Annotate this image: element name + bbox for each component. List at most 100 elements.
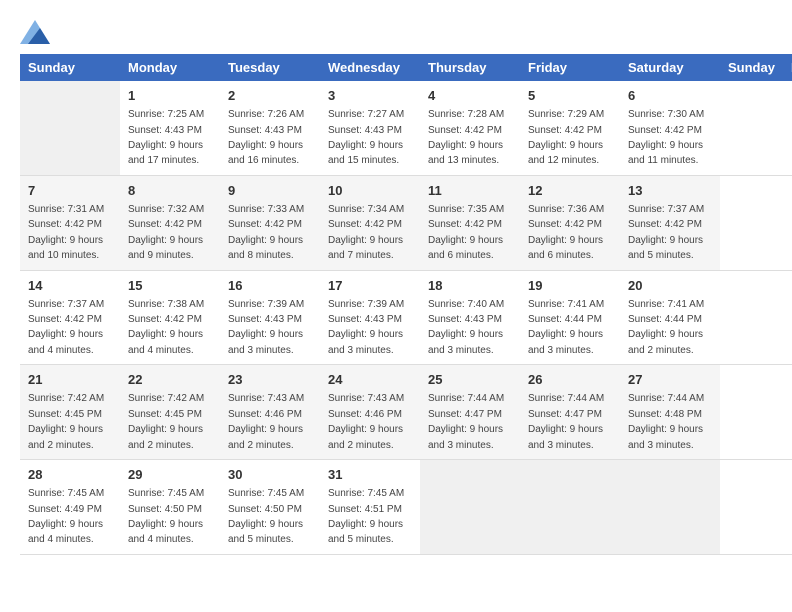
calendar-cell: 17Sunrise: 7:39 AMSunset: 4:43 PMDayligh… xyxy=(320,270,420,365)
day-number: 25 xyxy=(428,371,512,389)
calendar-cell: 28 Sunrise: 7:45 AMSunset: 4:49 PMDayligh… xyxy=(20,460,120,555)
calendar-cell: 13 Sunrise: 7:37 AMSunset: 4:42 PMDayligh… xyxy=(620,175,720,270)
day-info: Sunrise: 7:45 AMSunset: 4:50 PMDaylight:… xyxy=(228,488,304,545)
calendar-cell xyxy=(620,460,720,555)
calendar-cell: 12 Sunrise: 7:36 AMSunset: 4:42 PMDayligh… xyxy=(520,175,620,270)
day-info: Sunrise: 7:37 AMSunset: 4:42 PMDaylight:… xyxy=(628,204,704,261)
calendar-cell: 1Sunrise: 7:25 AMSunset: 4:43 PMDaylight… xyxy=(120,81,220,175)
day-number: 19 xyxy=(528,277,612,295)
calendar-cell xyxy=(420,460,520,555)
calendar-cell: 26Sunrise: 7:44 AMSunset: 4:47 PMDayligh… xyxy=(520,365,620,460)
day-info: Sunrise: 7:31 AMSunset: 4:42 PMDaylight:… xyxy=(28,204,104,261)
header xyxy=(20,20,772,44)
day-info: Sunrise: 7:43 AMSunset: 4:46 PMDaylight:… xyxy=(228,393,304,450)
day-info: Sunrise: 7:42 AMSunset: 4:45 PMDaylight:… xyxy=(28,393,104,450)
day-number: 2 xyxy=(228,87,312,105)
day-number: 26 xyxy=(528,371,612,389)
day-number: 30 xyxy=(228,466,312,484)
header-monday: Monday xyxy=(120,54,220,81)
day-number: 9 xyxy=(228,182,312,200)
day-number: 14 xyxy=(28,277,112,295)
header-sunday: Sunday xyxy=(20,54,120,81)
day-info: Sunrise: 7:30 AMSunset: 4:42 PMDaylight:… xyxy=(628,109,704,166)
day-number: 11 xyxy=(428,182,512,200)
day-number: 27 xyxy=(628,371,712,389)
calendar-cell: 21Sunrise: 7:42 AMSunset: 4:45 PMDayligh… xyxy=(20,365,120,460)
day-info: Sunrise: 7:26 AMSunset: 4:43 PMDaylight:… xyxy=(228,109,304,166)
day-number: 13 xyxy=(628,182,712,200)
day-info: Sunrise: 7:28 AMSunset: 4:42 PMDaylight:… xyxy=(428,109,504,166)
day-info: Sunrise: 7:41 AMSunset: 4:44 PMDaylight:… xyxy=(528,299,604,356)
day-info: Sunrise: 7:40 AMSunset: 4:43 PMDaylight:… xyxy=(428,299,504,356)
day-info: Sunrise: 7:35 AMSunset: 4:42 PMDaylight:… xyxy=(428,204,504,261)
day-info: Sunrise: 7:27 AMSunset: 4:43 PMDaylight:… xyxy=(328,109,404,166)
day-info: Sunrise: 7:45 AMSunset: 4:49 PMDaylight:… xyxy=(28,488,104,545)
calendar-cell: 8 Sunrise: 7:32 AMSunset: 4:42 PMDaylight… xyxy=(120,175,220,270)
day-number: 12 xyxy=(528,182,612,200)
day-number: 6 xyxy=(628,87,712,105)
calendar-cell: 30 Sunrise: 7:45 AMSunset: 4:50 PMDayligh… xyxy=(220,460,320,555)
day-info: Sunrise: 7:36 AMSunset: 4:42 PMDaylight:… xyxy=(528,204,604,261)
calendar-week-1: 1Sunrise: 7:25 AMSunset: 4:43 PMDaylight… xyxy=(20,81,792,175)
header-day-monday: Monday xyxy=(783,54,792,81)
calendar-cell: 6 Sunrise: 7:30 AMSunset: 4:42 PMDaylight… xyxy=(620,81,720,175)
day-info: Sunrise: 7:43 AMSunset: 4:46 PMDaylight:… xyxy=(328,393,404,450)
calendar-cell: 15Sunrise: 7:38 AMSunset: 4:42 PMDayligh… xyxy=(120,270,220,365)
calendar-cell: 29 Sunrise: 7:45 AMSunset: 4:50 PMDayligh… xyxy=(120,460,220,555)
logo-icon xyxy=(20,20,50,44)
day-info: Sunrise: 7:32 AMSunset: 4:42 PMDaylight:… xyxy=(128,204,204,261)
calendar-cell: 16Sunrise: 7:39 AMSunset: 4:43 PMDayligh… xyxy=(220,270,320,365)
calendar-cell: 11 Sunrise: 7:35 AMSunset: 4:42 PMDayligh… xyxy=(420,175,520,270)
calendar-cell xyxy=(520,460,620,555)
day-info: Sunrise: 7:42 AMSunset: 4:45 PMDaylight:… xyxy=(128,393,204,450)
day-number: 5 xyxy=(528,87,612,105)
day-number: 8 xyxy=(128,182,212,200)
day-number: 18 xyxy=(428,277,512,295)
calendar-cell: 9 Sunrise: 7:33 AMSunset: 4:42 PMDaylight… xyxy=(220,175,320,270)
day-number: 20 xyxy=(628,277,712,295)
calendar-cell: 22 Sunrise: 7:42 AMSunset: 4:45 PMDayligh… xyxy=(120,365,220,460)
calendar-cell: 19 Sunrise: 7:41 AMSunset: 4:44 PMDayligh… xyxy=(520,270,620,365)
calendar-cell: 10 Sunrise: 7:34 AMSunset: 4:42 PMDayligh… xyxy=(320,175,420,270)
calendar-week-3: 14Sunrise: 7:37 AMSunset: 4:42 PMDayligh… xyxy=(20,270,792,365)
day-info: Sunrise: 7:45 AMSunset: 4:51 PMDaylight:… xyxy=(328,488,404,545)
day-info: Sunrise: 7:38 AMSunset: 4:42 PMDaylight:… xyxy=(128,299,204,356)
header-saturday: Saturday xyxy=(620,54,720,81)
calendar-cell: 2 Sunrise: 7:26 AMSunset: 4:43 PMDaylight… xyxy=(220,81,320,175)
calendar-cell: 5 Sunrise: 7:29 AMSunset: 4:42 PMDaylight… xyxy=(520,81,620,175)
day-info: Sunrise: 7:25 AMSunset: 4:43 PMDaylight:… xyxy=(128,109,204,166)
day-number: 10 xyxy=(328,182,412,200)
calendar-cell: 24 Sunrise: 7:43 AMSunset: 4:46 PMDayligh… xyxy=(320,365,420,460)
header-day-sunday: Sunday xyxy=(720,54,783,81)
day-info: Sunrise: 7:44 AMSunset: 4:48 PMDaylight:… xyxy=(628,393,704,450)
day-info: Sunrise: 7:45 AMSunset: 4:50 PMDaylight:… xyxy=(128,488,204,545)
day-info: Sunrise: 7:44 AMSunset: 4:47 PMDaylight:… xyxy=(428,393,504,450)
day-number: 31 xyxy=(328,466,412,484)
day-number: 24 xyxy=(328,371,412,389)
calendar-cell: 27 Sunrise: 7:44 AMSunset: 4:48 PMDayligh… xyxy=(620,365,720,460)
day-info: Sunrise: 7:34 AMSunset: 4:42 PMDaylight:… xyxy=(328,204,404,261)
day-info: Sunrise: 7:33 AMSunset: 4:42 PMDaylight:… xyxy=(228,204,304,261)
header-thursday: Thursday xyxy=(420,54,520,81)
calendar-cell: 3Sunrise: 7:27 AMSunset: 4:43 PMDaylight… xyxy=(320,81,420,175)
calendar-cell: 14Sunrise: 7:37 AMSunset: 4:42 PMDayligh… xyxy=(20,270,120,365)
day-info: Sunrise: 7:41 AMSunset: 4:44 PMDaylight:… xyxy=(628,299,704,356)
calendar-week-2: 7Sunrise: 7:31 AMSunset: 4:42 PMDaylight… xyxy=(20,175,792,270)
calendar-cell: 18 Sunrise: 7:40 AMSunset: 4:43 PMDayligh… xyxy=(420,270,520,365)
calendar-cell: 20 Sunrise: 7:41 AMSunset: 4:44 PMDayligh… xyxy=(620,270,720,365)
day-number: 17 xyxy=(328,277,412,295)
calendar-week-5: 28 Sunrise: 7:45 AMSunset: 4:49 PMDayligh… xyxy=(20,460,792,555)
header-friday: Friday xyxy=(520,54,620,81)
calendar-table: SundayMondayTuesdayWednesdayThursdayFrid… xyxy=(20,54,792,555)
day-number: 28 xyxy=(28,466,112,484)
header-tuesday: Tuesday xyxy=(220,54,320,81)
day-info: Sunrise: 7:29 AMSunset: 4:42 PMDaylight:… xyxy=(528,109,604,166)
day-number: 29 xyxy=(128,466,212,484)
day-number: 23 xyxy=(228,371,312,389)
calendar-header-row: SundayMondayTuesdayWednesdayThursdayFrid… xyxy=(20,54,792,81)
day-number: 22 xyxy=(128,371,212,389)
day-number: 16 xyxy=(228,277,312,295)
calendar-cell: 7Sunrise: 7:31 AMSunset: 4:42 PMDaylight… xyxy=(20,175,120,270)
calendar-cell xyxy=(20,81,120,175)
calendar-cell: 25 Sunrise: 7:44 AMSunset: 4:47 PMDayligh… xyxy=(420,365,520,460)
